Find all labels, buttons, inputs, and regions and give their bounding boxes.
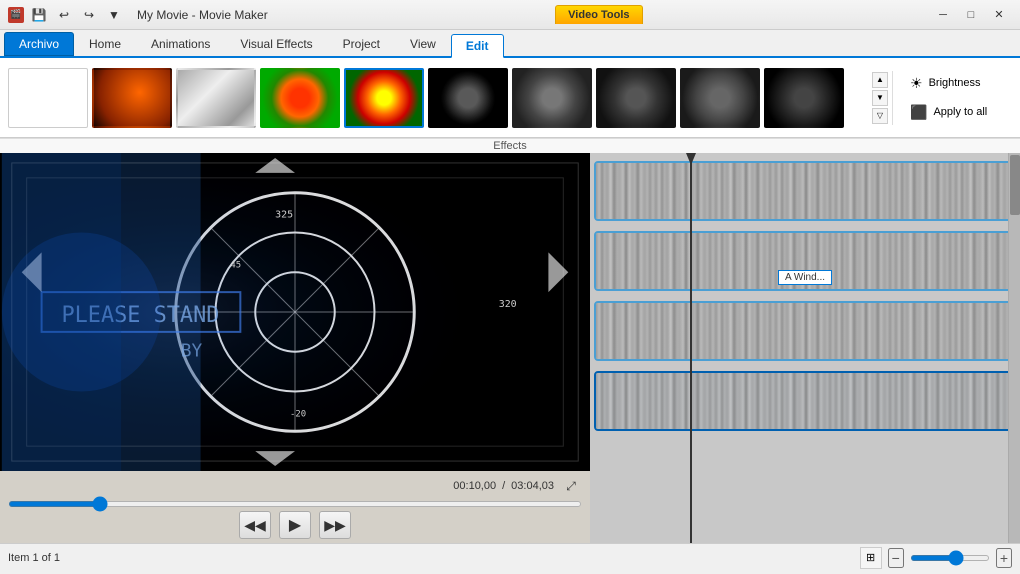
status-right: ⊞ − + bbox=[860, 547, 1012, 569]
timeline-track-2[interactable]: A Wind... bbox=[594, 231, 1016, 291]
tab-home[interactable]: Home bbox=[74, 32, 136, 56]
preview-canvas: PLEASE STAND BY 325 320 45 -20 bbox=[0, 153, 590, 471]
main-area: PLEASE STAND BY 325 320 45 -20 bbox=[0, 153, 1020, 543]
total-time: 03:04,03 bbox=[511, 480, 554, 492]
preview-video: PLEASE STAND BY 325 320 45 -20 bbox=[0, 153, 590, 471]
effect-blank[interactable] bbox=[8, 68, 88, 128]
playback-controls: ◀◀ ▶ ▶▶ bbox=[8, 511, 582, 539]
current-time: 00:10,00 bbox=[453, 480, 496, 492]
status-bar: Item 1 of 1 ⊞ − + bbox=[0, 543, 1020, 571]
tab-visual-effects[interactable]: Visual Effects bbox=[225, 32, 327, 56]
redo-button[interactable]: ↪ bbox=[78, 4, 100, 26]
zoom-in-button[interactable]: + bbox=[996, 548, 1012, 568]
quick-access-toolbar: 💾 ↩ ↪ ▼ bbox=[28, 4, 125, 26]
save-button[interactable]: 💾 bbox=[28, 4, 50, 26]
effect-dark3[interactable] bbox=[596, 68, 676, 128]
time-display: 00:10,00 / 03:04,03 ⤢ bbox=[8, 475, 582, 497]
svg-text:320: 320 bbox=[499, 299, 517, 310]
ribbon-scroll: ▲ ▼ ▽ bbox=[872, 72, 888, 124]
preview-panel: PLEASE STAND BY 325 320 45 -20 bbox=[0, 153, 590, 543]
effect-gray[interactable] bbox=[176, 68, 256, 128]
scroll-down-button[interactable]: ▼ bbox=[872, 90, 888, 106]
status-item-info: Item 1 of 1 bbox=[8, 552, 60, 564]
timeline-scrollbar[interactable] bbox=[1008, 153, 1020, 543]
tab-archivo[interactable]: Archivo bbox=[4, 32, 74, 56]
play-button[interactable]: ▶ bbox=[279, 511, 311, 539]
minimize-button[interactable]: ─ bbox=[930, 5, 956, 25]
zoom-out-button[interactable]: − bbox=[888, 548, 904, 568]
ribbon-tabs: Archivo Home Animations Visual Effects P… bbox=[0, 30, 1020, 58]
apply-to-all-button[interactable]: ⬛ Apply to all bbox=[901, 100, 1012, 125]
effect-yellow-flower[interactable] bbox=[344, 68, 424, 128]
rewind-button[interactable]: ◀◀ bbox=[239, 511, 271, 539]
scroll-up-button[interactable]: ▲ bbox=[872, 72, 888, 88]
scroll-expand-button[interactable]: ▽ bbox=[872, 108, 888, 124]
tab-edit[interactable]: Edit bbox=[451, 34, 504, 58]
ribbon-content: ▲ ▼ ▽ ☀ Brightness ⬛ Apply to all bbox=[0, 58, 1020, 138]
timeline-scrollbar-thumb[interactable] bbox=[1010, 155, 1020, 215]
brightness-button[interactable]: ☀ Brightness bbox=[901, 71, 1012, 96]
effect-dark1[interactable] bbox=[428, 68, 508, 128]
svg-text:45: 45 bbox=[230, 260, 241, 270]
title-bar: 🎬 💾 ↩ ↪ ▼ My Movie - Movie Maker Video T… bbox=[0, 0, 1020, 30]
effects-strip bbox=[8, 68, 868, 128]
effect-dark4[interactable] bbox=[680, 68, 760, 128]
fullscreen-button[interactable]: ⤢ bbox=[560, 475, 582, 497]
timeline-panel: A Wind... bbox=[590, 153, 1020, 543]
zoom-slider[interactable] bbox=[910, 555, 990, 561]
track-4-waveform bbox=[596, 373, 1014, 429]
seek-slider[interactable] bbox=[8, 501, 582, 507]
timeline-track-1[interactable] bbox=[594, 161, 1016, 221]
close-button[interactable]: ✕ bbox=[986, 5, 1012, 25]
ribbon-right-panel: ☀ Brightness ⬛ Apply to all bbox=[892, 71, 1012, 125]
apply-to-icon: ⬛ bbox=[910, 104, 927, 121]
time-separator: / bbox=[502, 480, 505, 492]
seek-bar bbox=[8, 501, 582, 507]
app-icon: 🎬 bbox=[8, 7, 24, 23]
track-1-waveform bbox=[596, 163, 1014, 219]
apply-to-label: Apply to all bbox=[933, 106, 987, 118]
effect-flower[interactable] bbox=[260, 68, 340, 128]
brightness-label: Brightness bbox=[929, 77, 981, 89]
tab-project[interactable]: Project bbox=[328, 32, 395, 56]
timeline-track-3[interactable] bbox=[594, 301, 1016, 361]
effect-warm[interactable] bbox=[92, 68, 172, 128]
track-2-label: A Wind... bbox=[778, 270, 832, 285]
svg-text:325: 325 bbox=[275, 210, 293, 221]
preview-controls-bar: 00:10,00 / 03:04,03 ⤢ ◀◀ ▶ ▶▶ bbox=[0, 471, 590, 543]
title-controls: ─ □ ✕ bbox=[930, 5, 1012, 25]
title-bar-left: 🎬 💾 ↩ ↪ ▼ My Movie - Movie Maker bbox=[8, 4, 268, 26]
maximize-button[interactable]: □ bbox=[958, 5, 984, 25]
brightness-icon: ☀ bbox=[910, 75, 923, 92]
qa-dropdown-button[interactable]: ▼ bbox=[103, 4, 125, 26]
video-tools-badge: Video Tools bbox=[555, 5, 642, 24]
effect-dark2[interactable] bbox=[512, 68, 592, 128]
tab-animations[interactable]: Animations bbox=[136, 32, 225, 56]
undo-button[interactable]: ↩ bbox=[53, 4, 75, 26]
timeline-scrollable[interactable]: A Wind... bbox=[590, 153, 1020, 543]
fast-forward-button[interactable]: ▶▶ bbox=[319, 511, 351, 539]
svg-text:-20: -20 bbox=[290, 409, 306, 419]
effects-label: Effects bbox=[0, 138, 1020, 153]
tab-view[interactable]: View bbox=[395, 32, 451, 56]
timeline-track-4[interactable] bbox=[594, 371, 1016, 431]
track-3-waveform bbox=[596, 303, 1014, 359]
window-title: My Movie - Movie Maker bbox=[137, 8, 268, 22]
effect-darkest[interactable] bbox=[764, 68, 844, 128]
storyboard-view-button[interactable]: ⊞ bbox=[860, 547, 882, 569]
